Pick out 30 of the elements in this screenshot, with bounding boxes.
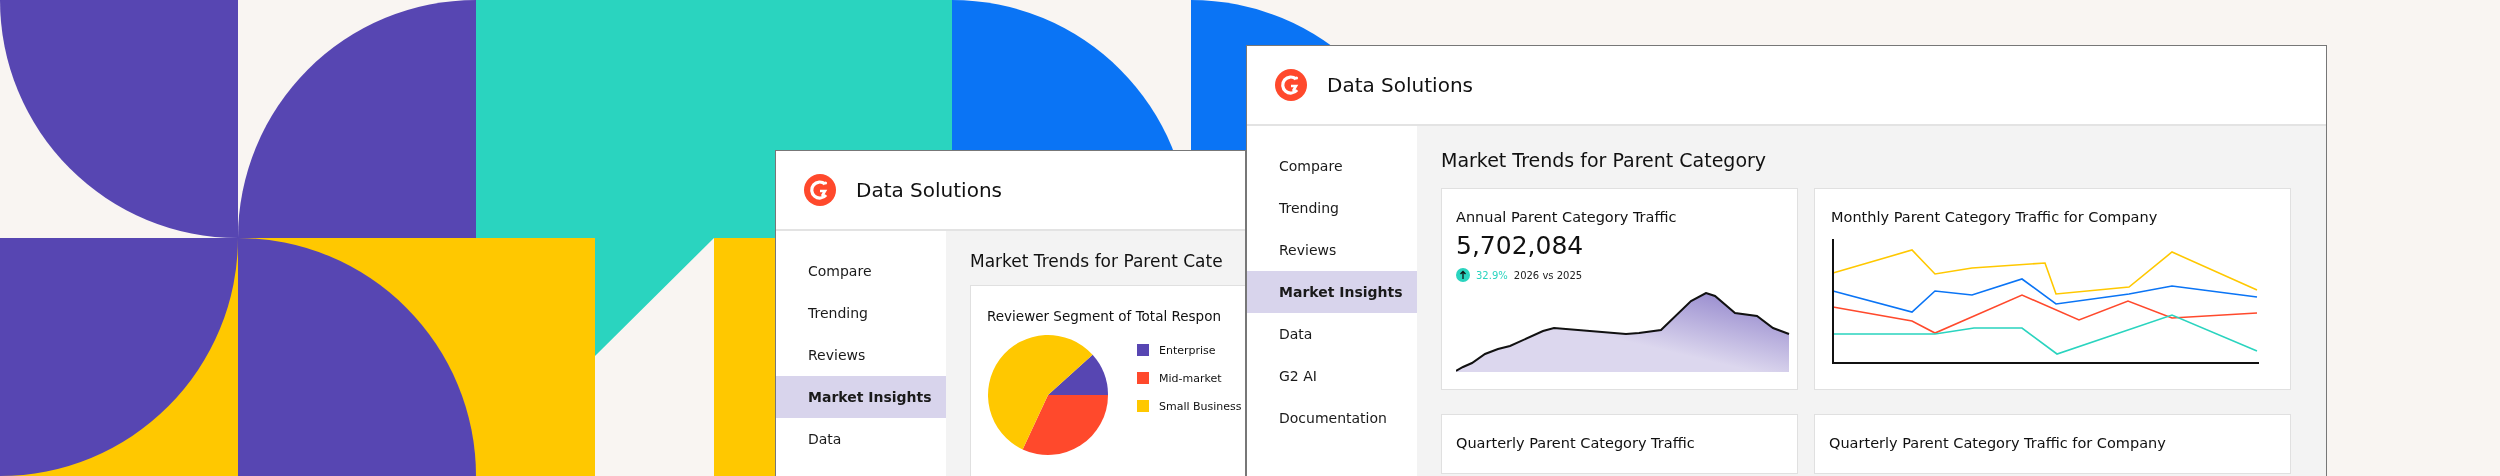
card-title: Reviewer Segment of Total Respon xyxy=(987,308,1222,324)
sidebar-item[interactable]: Trending xyxy=(776,292,946,334)
sidebar-item[interactable]: Reviews xyxy=(1247,229,1417,271)
sidebar-item[interactable]: Trending xyxy=(1247,187,1417,229)
sidebar-item[interactable]: G2 AI xyxy=(1247,355,1417,397)
page-heading: Market Trends for Parent Category xyxy=(1441,148,1768,173)
sidebar-item[interactable]: Market Insights xyxy=(1247,271,1417,313)
sidebar-item[interactable]: Compare xyxy=(776,250,946,292)
page-heading: Market Trends for Parent Cate xyxy=(970,251,1224,271)
sidebar-item[interactable]: Documentation xyxy=(1247,397,1417,439)
card-title: Quarterly Parent Category Traffic for Company xyxy=(1829,435,2167,451)
comparison-label: 2026 vs 2025 xyxy=(1513,269,1583,281)
legend-label: Mid-market xyxy=(1159,371,1222,385)
total-value: 5,702,084 xyxy=(1456,231,1585,260)
sidebar-item[interactable]: Data xyxy=(776,418,946,460)
legend-label: Enterprise xyxy=(1159,343,1216,357)
legend-label: Small Business xyxy=(1159,399,1242,413)
sidebar-item[interactable]: Compare xyxy=(1247,145,1417,187)
card-title: Monthly Parent Category Traffic for Company xyxy=(1831,209,2159,225)
card-title: Annual Parent Category Traffic xyxy=(1456,209,1678,225)
app-title: Data Solutions xyxy=(856,178,1002,202)
sidebar-item[interactable]: Reviews xyxy=(776,334,946,376)
sidebar-item[interactable]: Market Insights xyxy=(776,376,946,418)
change-percent: 32.9% xyxy=(1476,269,1508,281)
card-title: Quarterly Parent Category Traffic xyxy=(1456,435,1696,451)
arrow-up-icon xyxy=(1456,268,1470,282)
logo-icon xyxy=(804,174,836,206)
sidebar-item[interactable]: Data xyxy=(1247,313,1417,355)
app-title: Data Solutions xyxy=(1327,73,1473,97)
logo-icon xyxy=(1275,69,1307,101)
